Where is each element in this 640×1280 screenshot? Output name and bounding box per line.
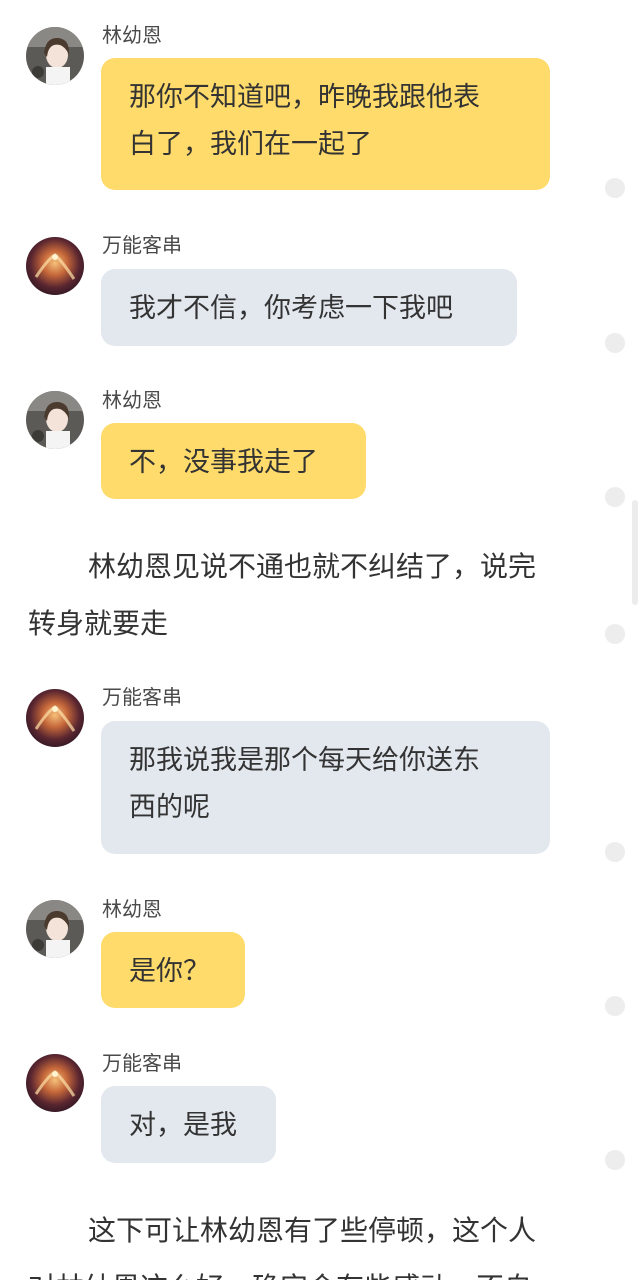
message-text: 对，是我 <box>129 1110 237 1141</box>
comment-dot[interactable] <box>605 178 625 198</box>
message-text: 是你？ <box>129 956 210 987</box>
sender-name: 万能客串 <box>102 685 182 709</box>
message-text: 不，没事我走了 <box>129 447 318 478</box>
avatar-guy[interactable] <box>26 237 84 295</box>
sender-name: 林幼恩 <box>102 388 162 412</box>
narration-line: 对林幼恩这么好，确实会有些感动，不自 <box>28 1259 588 1280</box>
message-bubble[interactable]: 那我说我是那个每天给你送东 西的呢 <box>101 721 550 854</box>
message-text: 那你不知道吧，昨晚我跟他表 <box>129 82 480 113</box>
message-bubble[interactable]: 不，没事我走了 <box>101 423 366 499</box>
message-text: 我才不信，你考虑一下我吧 <box>129 293 453 324</box>
message-bubble[interactable]: 那你不知道吧，昨晚我跟他表 白了，我们在一起了 <box>101 58 550 190</box>
sender-name: 万能客串 <box>102 233 182 257</box>
comment-dot[interactable] <box>605 996 625 1016</box>
narration-line: 林幼恩见说不通也就不纠结了，说完 <box>88 550 537 583</box>
scrollbar[interactable] <box>632 500 638 605</box>
avatar-girl[interactable] <box>26 391 84 449</box>
message-text: 白了，我们在一起了 <box>129 129 372 160</box>
message-bubble[interactable]: 对，是我 <box>101 1086 276 1163</box>
narration-paragraph: 林幼恩见说不通也就不纠结了，说完 转身就要走 <box>28 538 588 652</box>
narration-paragraph: 这下可让林幼恩有了些停顿，这个人 对林幼恩这么好，确实会有些感动，不自 <box>28 1202 588 1280</box>
comment-dot[interactable] <box>605 1150 625 1170</box>
message-bubble[interactable]: 是你？ <box>101 932 245 1008</box>
message-bubble[interactable]: 我才不信，你考虑一下我吧 <box>101 269 517 346</box>
comment-dot[interactable] <box>605 333 625 353</box>
narration-line: 转身就要走 <box>28 607 169 640</box>
avatar-guy[interactable] <box>26 689 84 747</box>
sender-name: 万能客串 <box>102 1051 182 1075</box>
avatar-guy[interactable] <box>26 1054 84 1112</box>
chat-story-page: 林幼恩 那你不知道吧，昨晚我跟他表 白了，我们在一起了 万能客串 我才不信，你考… <box>0 0 640 1280</box>
sender-name: 林幼恩 <box>102 23 162 47</box>
comment-dot[interactable] <box>605 487 625 507</box>
avatar-girl[interactable] <box>26 900 84 958</box>
comment-dot[interactable] <box>605 624 625 644</box>
message-text: 那我说我是那个每天给你送东 <box>129 745 480 776</box>
message-text: 西的呢 <box>129 792 210 823</box>
comment-dot[interactable] <box>605 842 625 862</box>
avatar-girl[interactable] <box>26 27 84 85</box>
sender-name: 林幼恩 <box>102 897 162 921</box>
narration-line: 这下可让林幼恩有了些停顿，这个人 <box>88 1214 537 1247</box>
